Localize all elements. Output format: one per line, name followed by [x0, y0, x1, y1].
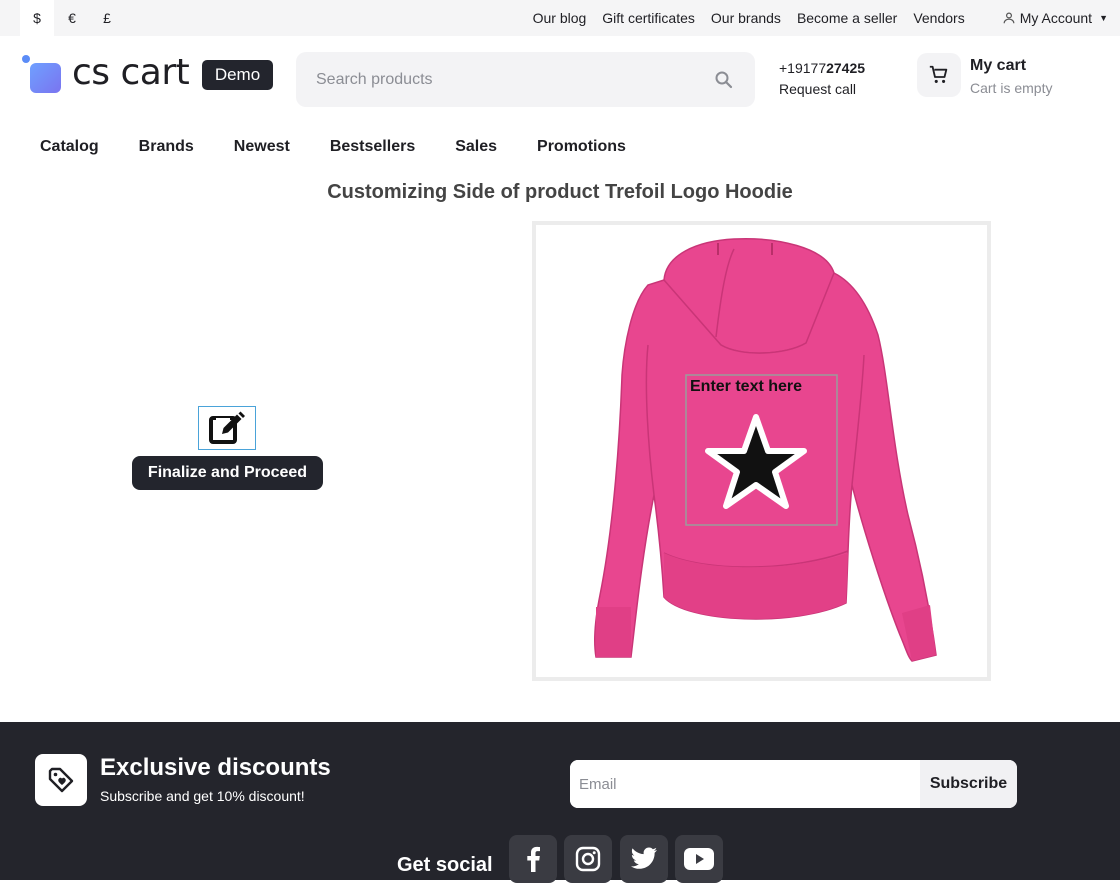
- currency-usd[interactable]: $: [20, 0, 54, 36]
- logo-text: cs cart: [72, 52, 190, 93]
- page-title: Customizing Side of product Trefoil Logo…: [327, 181, 793, 203]
- nav-brands[interactable]: Brands: [119, 132, 214, 162]
- subscribe-button[interactable]: Subscribe: [920, 760, 1017, 808]
- edit-design-button[interactable]: [198, 406, 256, 450]
- edit-icon: [209, 411, 245, 444]
- logo-icon: [20, 53, 62, 93]
- nav-sales[interactable]: Sales: [435, 132, 517, 162]
- email-field[interactable]: [570, 760, 920, 808]
- search-input[interactable]: [316, 70, 713, 89]
- hoodie-image: Enter text here: [594, 238, 937, 662]
- link-our-blog[interactable]: Our blog: [525, 10, 595, 26]
- link-vendors[interactable]: Vendors: [905, 10, 972, 26]
- subscribe-form: Subscribe: [570, 760, 1017, 808]
- currency-gbp[interactable]: £: [90, 0, 124, 36]
- nav-promotions[interactable]: Promotions: [517, 132, 646, 162]
- canvas-text[interactable]: Enter text here: [690, 378, 802, 395]
- link-become-seller[interactable]: Become a seller: [789, 10, 905, 26]
- my-account-label: My Account: [1019, 10, 1093, 26]
- cart-icon: [929, 65, 948, 83]
- discount-title: Exclusive discounts: [100, 754, 331, 781]
- main-nav: Catalog Brands Newest Bestsellers Sales …: [20, 132, 646, 162]
- phone-number[interactable]: +1917727425: [779, 58, 865, 78]
- search-bar: [296, 52, 755, 107]
- top-bar: $ € £ Our blog Gift certificates Our bra…: [0, 0, 1120, 36]
- youtube-icon[interactable]: [675, 835, 723, 883]
- discount-subtitle: Subscribe and get 10% discount!: [100, 788, 305, 804]
- link-gift-certificates[interactable]: Gift certificates: [594, 10, 703, 26]
- top-links: Our blog Gift certificates Our brands Be…: [525, 0, 1108, 36]
- instagram-icon[interactable]: [564, 835, 612, 883]
- get-social-label: Get social: [397, 854, 493, 876]
- demo-badge: Demo: [202, 60, 273, 90]
- cart-button[interactable]: [917, 53, 961, 97]
- footer: Exclusive discounts Subscribe and get 10…: [0, 722, 1120, 883]
- finalize-proceed-button[interactable]: Finalize and Proceed: [132, 456, 323, 490]
- cart-title[interactable]: My cart: [970, 55, 1052, 77]
- chevron-down-icon: ▼: [1099, 13, 1108, 23]
- cart-summary: My cart Cart is empty: [970, 55, 1052, 99]
- nav-catalog[interactable]: Catalog: [20, 132, 119, 162]
- currency-eur[interactable]: €: [55, 0, 89, 36]
- request-call-link[interactable]: Request call: [779, 79, 865, 99]
- twitter-icon[interactable]: [620, 835, 668, 883]
- user-icon: [1003, 12, 1015, 24]
- my-account-menu[interactable]: My Account ▼: [973, 10, 1108, 26]
- discount-tag-icon: [35, 754, 87, 806]
- phone-block: +1917727425 Request call: [779, 58, 865, 99]
- design-canvas[interactable]: Enter text here: [532, 221, 991, 681]
- facebook-icon[interactable]: [509, 835, 557, 883]
- link-our-brands[interactable]: Our brands: [703, 10, 789, 26]
- cart-status: Cart is empty: [970, 80, 1053, 96]
- nav-bestsellers[interactable]: Bestsellers: [310, 132, 435, 162]
- search-icon[interactable]: [713, 69, 735, 91]
- nav-newest[interactable]: Newest: [214, 132, 310, 162]
